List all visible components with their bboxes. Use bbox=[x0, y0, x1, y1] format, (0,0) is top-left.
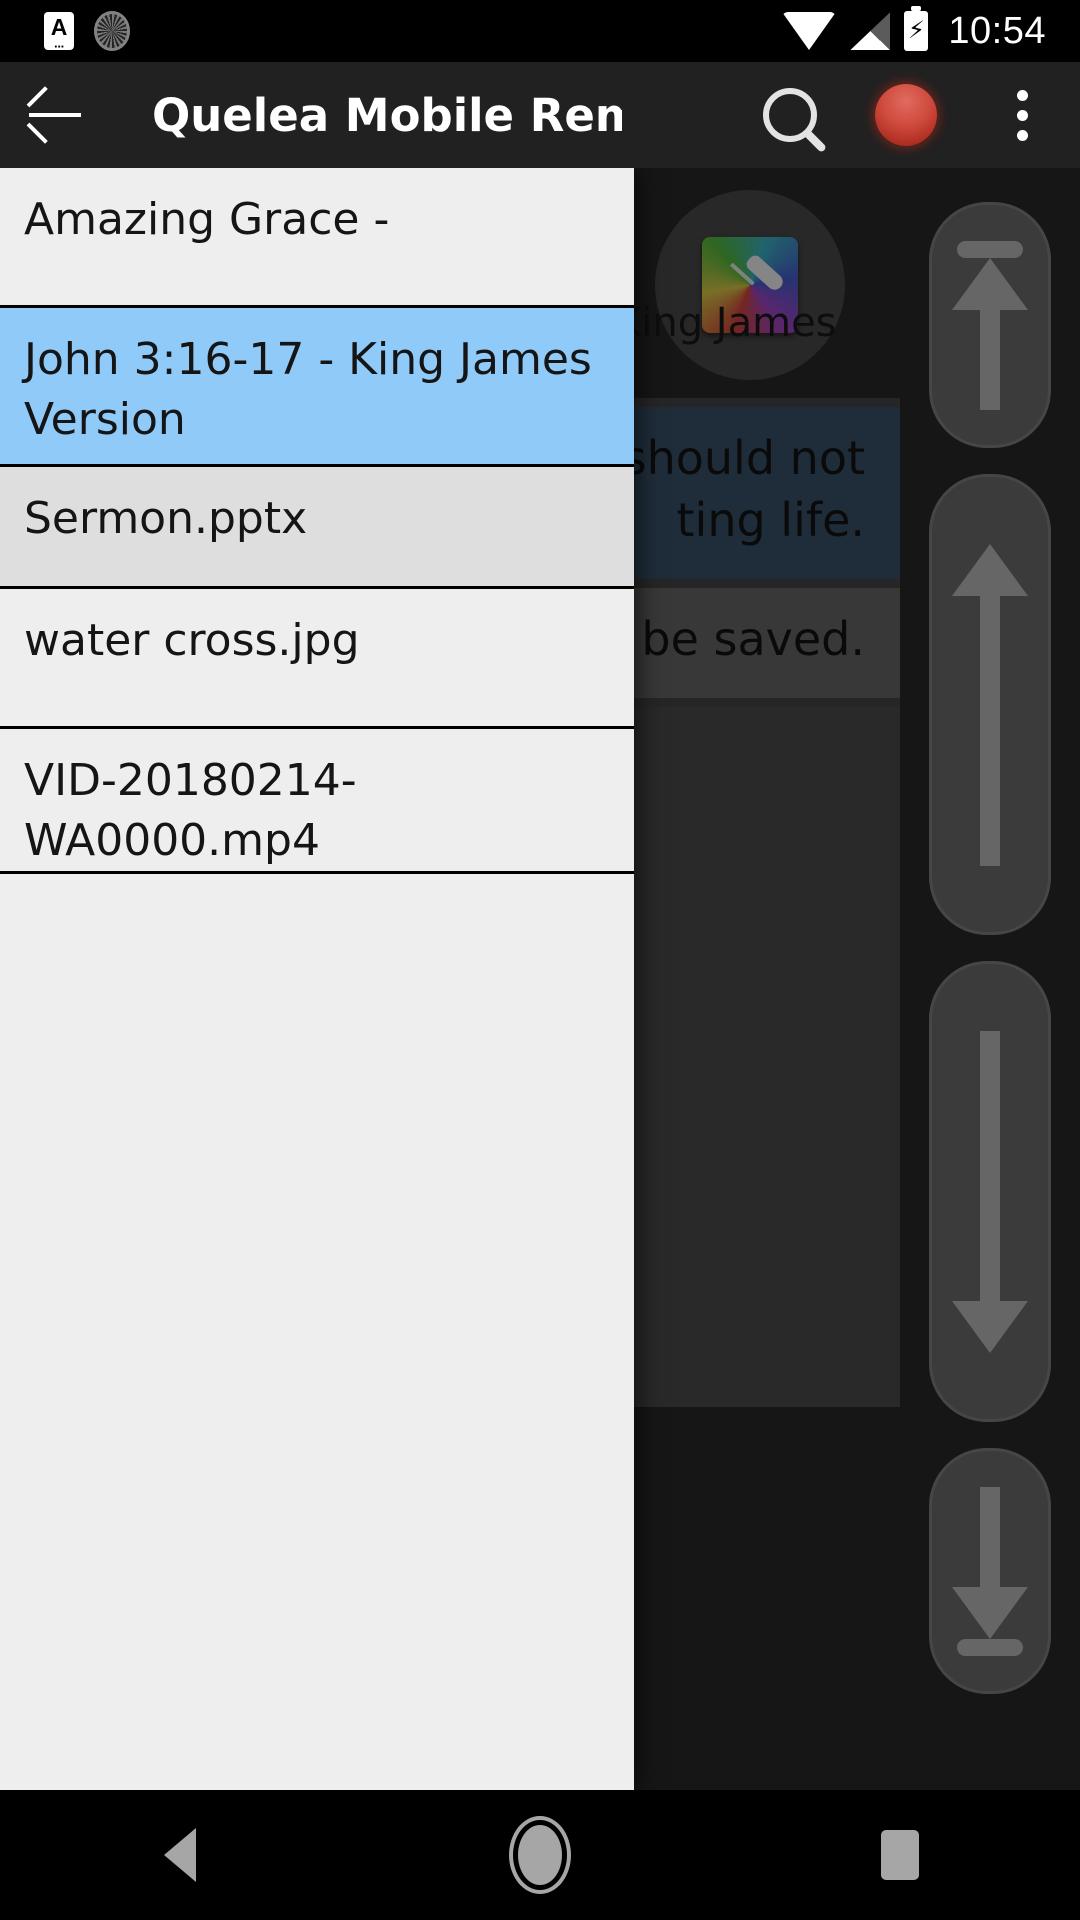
navigation-drawer: Amazing Grace - John 3:16-17 - King Jame… bbox=[0, 168, 634, 1790]
battery-charging-icon: ⚡ bbox=[904, 6, 929, 51]
drawer-item-2[interactable]: Sermon.pptx bbox=[0, 467, 634, 589]
scroll-up-button[interactable] bbox=[929, 474, 1051, 935]
drawer-item-4[interactable]: VID-20180214-WA0000.mp4 bbox=[0, 729, 634, 874]
sync-spinner-icon bbox=[94, 11, 130, 51]
drawer-item-3[interactable]: water cross.jpg bbox=[0, 589, 634, 729]
arrow-up-to-bar-icon bbox=[952, 240, 1028, 410]
drawer-item-label: Sermon.pptx bbox=[24, 493, 308, 544]
arrow-up-icon bbox=[952, 543, 1028, 866]
scroll-rail bbox=[900, 168, 1080, 1790]
arrow-down-to-bar-icon bbox=[952, 1486, 1028, 1656]
status-bar-right: ⚡ 10:54 bbox=[782, 6, 1080, 53]
back-button[interactable] bbox=[0, 62, 110, 168]
status-bar-clock: 10:54 bbox=[948, 9, 1046, 52]
app-bar: Quelea Mobile Rem… bbox=[0, 62, 1080, 168]
record-button[interactable] bbox=[848, 62, 964, 168]
system-navigation-bar bbox=[0, 1790, 1080, 1920]
home-nav-button[interactable] bbox=[420, 1790, 660, 1920]
drawer-item-label: John 3:16-17 - King James Version bbox=[24, 334, 592, 445]
page-title: Quelea Mobile Rem… bbox=[152, 88, 622, 142]
search-button[interactable] bbox=[732, 62, 848, 168]
drawer-item-1[interactable]: John 3:16-17 - King James Version bbox=[0, 308, 634, 467]
cellular-signal-icon bbox=[850, 12, 891, 50]
drawer-item-label: Amazing Grace - bbox=[24, 194, 390, 245]
drawer-empty-area bbox=[0, 874, 634, 1790]
more-vertical-icon bbox=[1016, 89, 1028, 141]
drawer-item-0[interactable]: Amazing Grace - bbox=[0, 168, 634, 308]
square-recents-icon bbox=[881, 1830, 919, 1880]
drawer-item-label: VID-20180214-WA0000.mp4 bbox=[24, 755, 357, 866]
status-bar: A ⚡ 10:54 bbox=[0, 0, 1080, 62]
notification-a-icon: A bbox=[44, 12, 74, 51]
jump-to-bottom-button[interactable] bbox=[929, 1448, 1051, 1694]
scroll-down-button[interactable] bbox=[929, 961, 1051, 1422]
drawer-item-label: water cross.jpg bbox=[24, 615, 360, 666]
back-nav-button[interactable] bbox=[60, 1790, 300, 1920]
overflow-menu-button[interactable] bbox=[964, 62, 1080, 168]
circle-home-icon bbox=[518, 1825, 562, 1885]
jump-to-top-button[interactable] bbox=[929, 202, 1051, 448]
status-bar-left: A bbox=[0, 11, 130, 51]
phone-screen: A ⚡ 10:54 Quelea Mobile Rem… bbox=[0, 0, 1080, 1920]
arrow-down-icon bbox=[952, 1030, 1028, 1353]
recents-nav-button[interactable] bbox=[780, 1790, 1020, 1920]
record-circle-icon bbox=[875, 84, 937, 146]
app-bar-actions bbox=[732, 62, 1080, 168]
arrow-left-icon bbox=[29, 113, 81, 117]
triangle-back-icon bbox=[164, 1828, 196, 1882]
search-icon bbox=[763, 88, 817, 142]
wifi-icon bbox=[782, 12, 837, 50]
